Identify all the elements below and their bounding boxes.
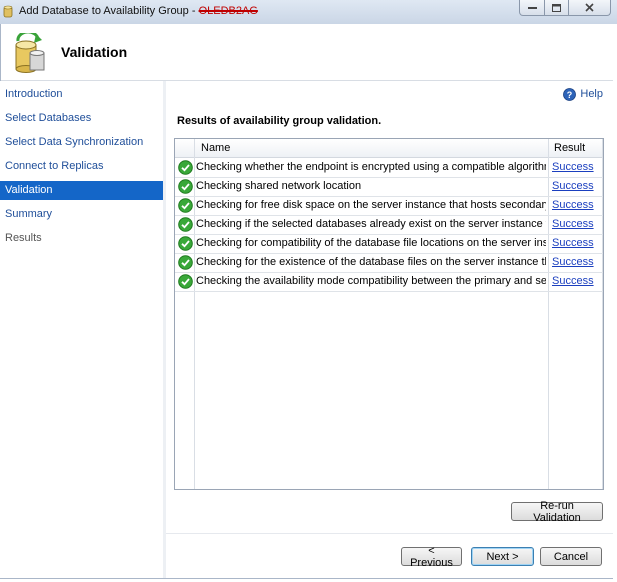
wizard-nav: Introduction Select Databases Select Dat… [0, 81, 164, 578]
nav-item-results: Results [5, 232, 42, 244]
row-name: Checking for the existence of the databa… [196, 256, 546, 268]
help-link[interactable]: ? Help [563, 87, 603, 101]
row-result-link[interactable]: Success [552, 180, 594, 192]
wizard-header: Validation [1, 24, 613, 80]
column-header-name[interactable]: Name [201, 142, 230, 154]
success-check-icon [178, 274, 193, 289]
close-icon [585, 3, 594, 12]
table-row[interactable]: Checking for the existence of the databa… [175, 253, 603, 273]
row-result-link[interactable]: Success [552, 275, 594, 287]
window-controls [519, 0, 611, 16]
previous-button[interactable]: < Previous [401, 545, 462, 569]
row-result-link[interactable]: Success [552, 218, 594, 230]
table-row[interactable]: Checking whether the endpoint is encrypt… [175, 158, 603, 178]
nav-item-introduction[interactable]: Introduction [0, 85, 163, 104]
row-result-link[interactable]: Success [552, 256, 594, 268]
window-title-text: Add Database to Availability Group - [19, 5, 199, 17]
row-name: Checking for free disk space on the serv… [196, 199, 546, 211]
maximize-button[interactable] [545, 0, 569, 16]
success-check-icon [178, 236, 193, 251]
row-name: Checking whether the endpoint is encrypt… [196, 161, 546, 173]
help-icon: ? [563, 87, 577, 101]
row-result-link[interactable]: Success [552, 199, 594, 211]
table-row[interactable]: Checking the availability mode compatibi… [175, 272, 603, 292]
help-label: Help [580, 88, 603, 100]
svg-text:?: ? [567, 90, 573, 100]
row-name: Checking if the selected databases alrea… [196, 218, 546, 230]
row-name: Checking shared network location [196, 180, 362, 192]
nav-item-select-databases[interactable]: Select Databases [0, 109, 163, 128]
database-wizard-icon [15, 33, 45, 73]
app-icon [3, 5, 13, 18]
window-title: Add Database to Availability Group - OLE… [19, 5, 258, 17]
window-title-server: OLEDB2AG [198, 5, 258, 17]
success-check-icon [178, 198, 193, 213]
table-row[interactable]: Checking shared network location Success [175, 177, 603, 197]
table-row[interactable]: Checking for compatibility of the databa… [175, 234, 603, 254]
page-title: Validation [61, 44, 128, 60]
next-button[interactable]: Next > [471, 547, 534, 566]
nav-item-validation[interactable]: Validation [0, 181, 163, 200]
success-check-icon [178, 160, 193, 175]
success-check-icon [178, 217, 193, 232]
title-bar: Add Database to Availability Group - OLE… [0, 0, 617, 24]
nav-item-connect-to-replicas[interactable]: Connect to Replicas [0, 157, 163, 176]
close-button[interactable] [569, 0, 611, 16]
cancel-button[interactable]: Cancel [540, 547, 602, 566]
minimize-button[interactable] [519, 0, 545, 16]
success-check-icon [178, 255, 193, 270]
row-result-link[interactable]: Success [552, 161, 594, 173]
grid-header: Name Result [175, 139, 603, 158]
row-name: Checking the availability mode compatibi… [196, 275, 546, 287]
results-grid: Name Result Checking whether the endpoin… [174, 138, 604, 490]
column-header-result[interactable]: Result [554, 142, 585, 154]
results-heading: Results of availability group validation… [177, 115, 382, 127]
nav-item-summary[interactable]: Summary [0, 205, 163, 224]
row-result-link[interactable]: Success [552, 237, 594, 249]
table-row[interactable]: Checking for free disk space on the serv… [175, 196, 603, 216]
rerun-validation-button[interactable]: Re-run Validation [511, 500, 603, 524]
success-check-icon [178, 179, 193, 194]
maximize-icon [552, 3, 561, 12]
row-name: Checking for compatibility of the databa… [196, 237, 546, 249]
table-row[interactable]: Checking if the selected databases alrea… [175, 215, 603, 235]
footer-divider [166, 533, 613, 534]
minimize-icon [527, 6, 537, 9]
content-panel: ? Help Results of availability group val… [166, 81, 613, 578]
nav-item-select-data-synchronization[interactable]: Select Data Synchronization [0, 133, 163, 152]
